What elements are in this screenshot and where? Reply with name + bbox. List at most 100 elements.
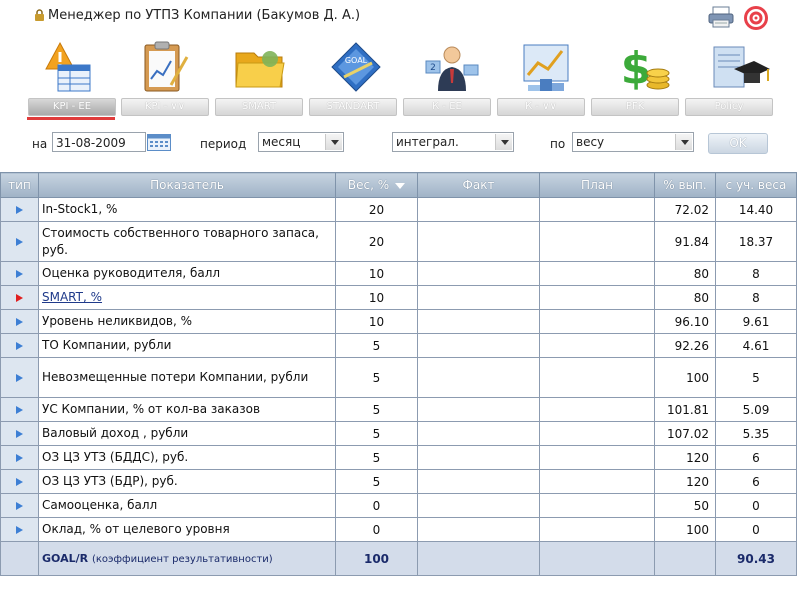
pct-cell: 91.84: [654, 221, 716, 262]
table-row[interactable]: Валовый доход , рубли 5 107.02 5.35: [0, 421, 797, 446]
plan-cell[interactable]: [539, 309, 655, 334]
kpi-warning-tool-button[interactable]: [27, 38, 109, 96]
smart-folder-tool-button[interactable]: [219, 38, 301, 96]
fact-cell[interactable]: [417, 197, 540, 222]
date-input[interactable]: 31-08-2009: [52, 132, 146, 152]
tab-k-ee[interactable]: К - ЕЕ: [403, 98, 491, 116]
plan-cell[interactable]: [539, 469, 655, 494]
calendar-icon[interactable]: [147, 134, 171, 151]
blue-arrow-icon[interactable]: [16, 269, 23, 278]
mode-select-value: интеграл.: [396, 135, 459, 149]
col-header-fact[interactable]: Факт: [417, 172, 540, 198]
table-row[interactable]: Уровень неликвидов, % 10 96.10 9.61: [0, 309, 797, 334]
table-row[interactable]: ТО Компании, рубли 5 92.26 4.61: [0, 333, 797, 358]
weight-cell: 5: [335, 397, 418, 422]
tab-kpi-vv[interactable]: KPI - ∨∨: [121, 98, 209, 116]
blue-arrow-icon[interactable]: [16, 317, 23, 326]
chevron-down-icon: [495, 134, 512, 150]
fact-cell[interactable]: [417, 309, 540, 334]
fact-cell[interactable]: [417, 221, 540, 262]
indicator-name: In-Stock1, %: [38, 197, 336, 222]
table-row[interactable]: SMART, % 10 80 8: [0, 285, 797, 310]
table-row[interactable]: УС Компании, % от кол-ва заказов 5 101.81 5…: [0, 397, 797, 422]
total-weighted: 90.43: [715, 541, 797, 576]
chart-podium-tool-button[interactable]: [507, 38, 589, 96]
tab-policy[interactable]: Policy: [685, 98, 773, 116]
table-row[interactable]: Самооценка, балл 0 50 0: [0, 493, 797, 518]
tab-standart[interactable]: STANDART: [309, 98, 397, 116]
fact-cell[interactable]: [417, 285, 540, 310]
table-header-row: тип Показатель Вес, % Факт План % вып. с…: [0, 172, 797, 198]
fact-cell[interactable]: [417, 261, 540, 286]
plan-cell[interactable]: [539, 261, 655, 286]
policy-diploma-tool-button[interactable]: [699, 38, 781, 96]
goal-standart-tool-button[interactable]: GOAL: [315, 38, 397, 96]
red-arrow-icon[interactable]: [16, 293, 23, 302]
col-header-weighted[interactable]: с уч. веса: [715, 172, 797, 198]
plan-cell[interactable]: [539, 517, 655, 542]
fact-cell[interactable]: [417, 397, 540, 422]
tab-k-vv[interactable]: К - ∨∨: [497, 98, 585, 116]
blue-arrow-icon[interactable]: [16, 205, 23, 214]
diploma-cap-icon: [713, 46, 770, 88]
blue-arrow-icon[interactable]: [16, 405, 23, 414]
weighted-cell: 8: [715, 285, 797, 310]
folder-icon: [235, 51, 285, 88]
ranking-tool-button[interactable]: 2: [411, 38, 493, 96]
printer-icon[interactable]: [708, 6, 734, 28]
blue-arrow-icon[interactable]: [16, 501, 23, 510]
pct-cell: 107.02: [654, 421, 716, 446]
plan-cell[interactable]: [539, 221, 655, 262]
fact-cell[interactable]: [417, 493, 540, 518]
table-row[interactable]: ОЗ ЦЗ УТЗ (БДР), руб. 5 120 6: [0, 469, 797, 494]
total-label-main: GOAL/R: [42, 551, 89, 565]
by-select[interactable]: весу: [572, 132, 694, 152]
plan-cell[interactable]: [539, 333, 655, 358]
plan-cell[interactable]: [539, 445, 655, 470]
total-weight: 100: [335, 541, 418, 576]
pfk-dollar-tool-button[interactable]: $: [603, 38, 685, 96]
table-row[interactable]: Оклад, % от целевого уровня 0 100 0: [0, 517, 797, 542]
fact-cell[interactable]: [417, 445, 540, 470]
table-row[interactable]: In-Stock1, % 20 72.02 14.40: [0, 197, 797, 222]
tab-kpi-ee[interactable]: KPI - ЕЕ: [28, 98, 116, 116]
fact-cell[interactable]: [417, 357, 540, 398]
blue-arrow-icon[interactable]: [16, 373, 23, 382]
target-exit-icon[interactable]: [742, 4, 770, 32]
ok-button[interactable]: OK: [708, 133, 768, 154]
fact-cell[interactable]: [417, 421, 540, 446]
col-header-weight[interactable]: Вес, %: [335, 172, 418, 198]
col-header-type[interactable]: тип: [0, 172, 39, 198]
fact-cell[interactable]: [417, 517, 540, 542]
blue-arrow-icon[interactable]: [16, 237, 23, 246]
plan-cell[interactable]: [539, 197, 655, 222]
col-header-indicator[interactable]: Показатель: [38, 172, 336, 198]
indicator-name: Оценка руководителя, балл: [38, 261, 336, 286]
table-row[interactable]: Оценка руководителя, балл 10 80 8: [0, 261, 797, 286]
plan-cell[interactable]: [539, 493, 655, 518]
indicator-name[interactable]: SMART, %: [38, 285, 336, 310]
kpi-chart-tool-button[interactable]: [122, 38, 204, 96]
tab-pfk[interactable]: PFK: [591, 98, 679, 116]
col-header-plan[interactable]: План: [539, 172, 655, 198]
plan-cell[interactable]: [539, 421, 655, 446]
blue-arrow-icon[interactable]: [16, 453, 23, 462]
mode-select[interactable]: интеграл.: [392, 132, 514, 152]
blue-arrow-icon[interactable]: [16, 429, 23, 438]
svg-text:2: 2: [430, 63, 436, 73]
fact-cell[interactable]: [417, 333, 540, 358]
period-select[interactable]: месяц: [258, 132, 344, 152]
blue-arrow-icon[interactable]: [16, 525, 23, 534]
blue-arrow-icon[interactable]: [16, 477, 23, 486]
fact-cell[interactable]: [417, 469, 540, 494]
plan-cell[interactable]: [539, 285, 655, 310]
chart-podium-icon: [523, 44, 569, 91]
table-row[interactable]: Невозмещенные потери Компании, рубли 5 100…: [0, 357, 797, 398]
col-header-pct[interactable]: % вып.: [654, 172, 716, 198]
table-row[interactable]: Стоимость собственного товарного запаса,…: [0, 221, 797, 262]
table-row[interactable]: ОЗ ЦЗ УТЗ (БДДС), руб. 5 120 6: [0, 445, 797, 470]
plan-cell[interactable]: [539, 397, 655, 422]
tab-smart[interactable]: SMART: [215, 98, 303, 116]
blue-arrow-icon[interactable]: [16, 341, 23, 350]
plan-cell[interactable]: [539, 357, 655, 398]
